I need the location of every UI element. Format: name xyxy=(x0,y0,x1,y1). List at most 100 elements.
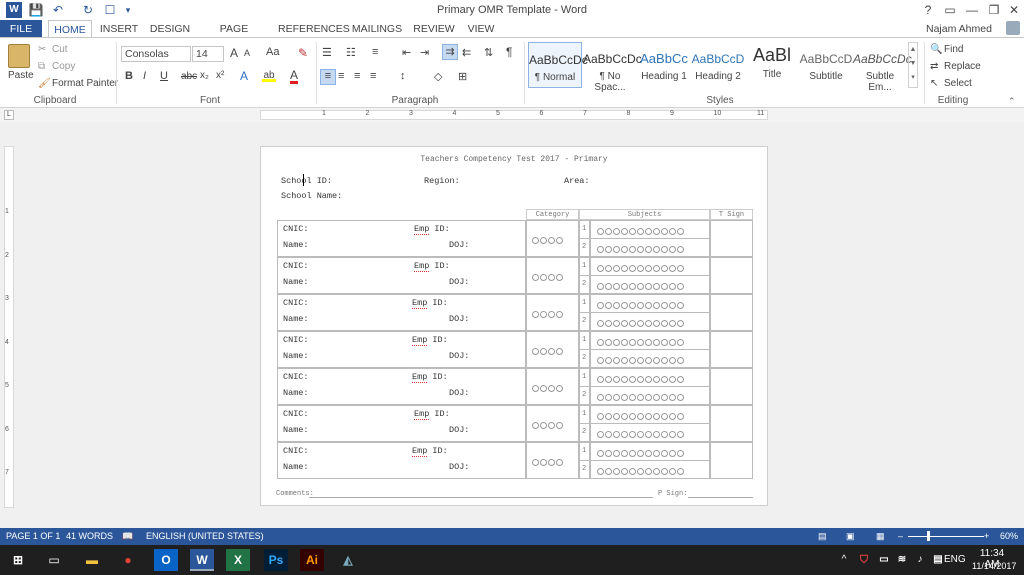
omr-bubble[interactable] xyxy=(637,467,644,475)
clear-formatting-icon[interactable]: ✎ xyxy=(298,46,308,60)
omr-bubble[interactable] xyxy=(621,245,628,253)
omr-bubble[interactable] xyxy=(669,467,676,475)
omr-bubble[interactable] xyxy=(677,375,684,383)
t-sign-cell[interactable] xyxy=(710,331,753,368)
omr-bubble[interactable] xyxy=(677,467,684,475)
category-bubbles[interactable] xyxy=(532,382,564,394)
omr-bubble[interactable] xyxy=(621,356,628,364)
omr-bubble[interactable] xyxy=(613,467,620,475)
tab-mailings[interactable]: MAILINGS xyxy=(350,20,404,38)
omr-bubble[interactable] xyxy=(597,301,604,309)
find-icon[interactable]: 🔍 xyxy=(930,44,942,55)
omr-bubble[interactable] xyxy=(629,319,636,327)
omr-bubble[interactable] xyxy=(669,264,676,272)
category-bubbles[interactable] xyxy=(532,271,564,283)
find-button[interactable]: Find xyxy=(944,44,963,55)
omr-bubble[interactable] xyxy=(548,273,555,281)
omr-bubble[interactable] xyxy=(637,301,644,309)
excel-icon[interactable]: X xyxy=(226,549,250,571)
highlight-icon[interactable]: ab xyxy=(262,70,276,82)
omr-bubble[interactable] xyxy=(621,301,628,309)
select-button[interactable]: Select xyxy=(944,78,972,89)
subject-bubbles[interactable] xyxy=(597,243,685,255)
subject-bubbles[interactable] xyxy=(597,447,685,459)
print-layout-icon[interactable]: ▣ xyxy=(846,531,855,542)
omr-bubble[interactable] xyxy=(621,282,628,290)
style-no-spacing[interactable]: AaBbCcDc ¶ No Spac... xyxy=(583,42,642,93)
omr-bubble[interactable] xyxy=(597,449,604,457)
t-sign-cell[interactable] xyxy=(710,368,753,405)
omr-bubble[interactable] xyxy=(629,338,636,346)
omr-bubble[interactable] xyxy=(629,412,636,420)
omr-bubble[interactable] xyxy=(661,319,668,327)
bullets-icon[interactable]: ☰ xyxy=(322,46,332,59)
omr-bubble[interactable] xyxy=(661,393,668,401)
omr-bubble[interactable] xyxy=(661,430,668,438)
omr-bubble[interactable] xyxy=(645,264,652,272)
omr-bubble[interactable] xyxy=(597,319,604,327)
category-bubbles[interactable] xyxy=(532,419,564,431)
omr-bubble[interactable] xyxy=(677,356,684,364)
subject-bubbles[interactable] xyxy=(597,299,685,311)
zoom-slider-track[interactable] xyxy=(908,536,984,537)
word-count[interactable]: 41 WORDS xyxy=(66,531,113,541)
omr-bubble[interactable] xyxy=(677,430,684,438)
omr-bubble[interactable] xyxy=(621,227,628,235)
omr-bubble[interactable] xyxy=(532,347,539,355)
tab-file[interactable]: FILE xyxy=(0,20,42,38)
help-button[interactable]: ? xyxy=(916,0,940,20)
photoshop-icon[interactable]: Ps xyxy=(264,549,288,571)
omr-bubble[interactable] xyxy=(653,264,660,272)
omr-bubble[interactable] xyxy=(653,245,660,253)
shading-icon[interactable]: ◇ xyxy=(434,70,442,83)
omr-bubble[interactable] xyxy=(613,449,620,457)
omr-bubble[interactable] xyxy=(669,282,676,290)
omr-bubble[interactable] xyxy=(540,384,547,392)
zoom-out-button[interactable]: – xyxy=(898,531,903,541)
subject-bubbles[interactable] xyxy=(597,410,685,422)
t-sign-cell[interactable] xyxy=(710,220,753,257)
font-color-icon[interactable]: A xyxy=(290,69,299,84)
sort-icon[interactable]: ⇅ xyxy=(484,46,493,59)
omr-bubble[interactable] xyxy=(677,264,684,272)
omr-bubble[interactable] xyxy=(637,375,644,383)
omr-bubble[interactable] xyxy=(653,430,660,438)
omr-bubble[interactable] xyxy=(613,301,620,309)
category-bubbles[interactable] xyxy=(532,234,564,246)
align-center-icon[interactable]: ≡ xyxy=(338,70,344,82)
omr-bubble[interactable] xyxy=(653,375,660,383)
subject-bubbles[interactable] xyxy=(597,336,685,348)
horizontal-ruler[interactable] xyxy=(260,110,768,120)
font-size-box[interactable]: 14 xyxy=(192,46,224,62)
omr-bubble[interactable] xyxy=(540,310,547,318)
tab-page-layout[interactable]: PAGE LAYOUT xyxy=(200,20,268,53)
superscript-button[interactable]: x² xyxy=(216,70,224,81)
omr-bubble[interactable] xyxy=(556,384,563,392)
align-left-icon[interactable]: ≡ xyxy=(320,69,336,85)
replace-button[interactable]: Replace xyxy=(944,61,981,72)
italic-button[interactable]: I xyxy=(143,70,146,82)
omr-bubble[interactable] xyxy=(597,282,604,290)
format-painter-button[interactable]: Format Painter xyxy=(52,78,118,89)
omr-bubble[interactable] xyxy=(532,310,539,318)
styles-scroll-icon[interactable]: ▲ ▼ ▾ xyxy=(908,42,918,88)
omr-bubble[interactable] xyxy=(637,227,644,235)
category-bubbles[interactable] xyxy=(532,456,564,468)
omr-bubble[interactable] xyxy=(556,347,563,355)
omr-bubble[interactable] xyxy=(605,338,612,346)
borders-icon[interactable]: ⊞ xyxy=(458,70,467,83)
omr-bubble[interactable] xyxy=(613,282,620,290)
omr-bubble[interactable] xyxy=(629,301,636,309)
omr-bubble[interactable] xyxy=(669,449,676,457)
category-bubbles[interactable] xyxy=(532,308,564,320)
omr-bubble[interactable] xyxy=(677,412,684,420)
omr-bubble[interactable] xyxy=(605,467,612,475)
omr-bubble[interactable] xyxy=(645,227,652,235)
style-subtle-emphasis[interactable]: AaBbCcDc Subtle Em... xyxy=(853,42,912,93)
omr-bubble[interactable] xyxy=(637,282,644,290)
omr-bubble[interactable] xyxy=(548,384,555,392)
numbering-icon[interactable]: ☷ xyxy=(346,46,356,59)
omr-bubble[interactable] xyxy=(669,338,676,346)
t-sign-cell[interactable] xyxy=(710,257,753,294)
omr-bubble[interactable] xyxy=(645,449,652,457)
